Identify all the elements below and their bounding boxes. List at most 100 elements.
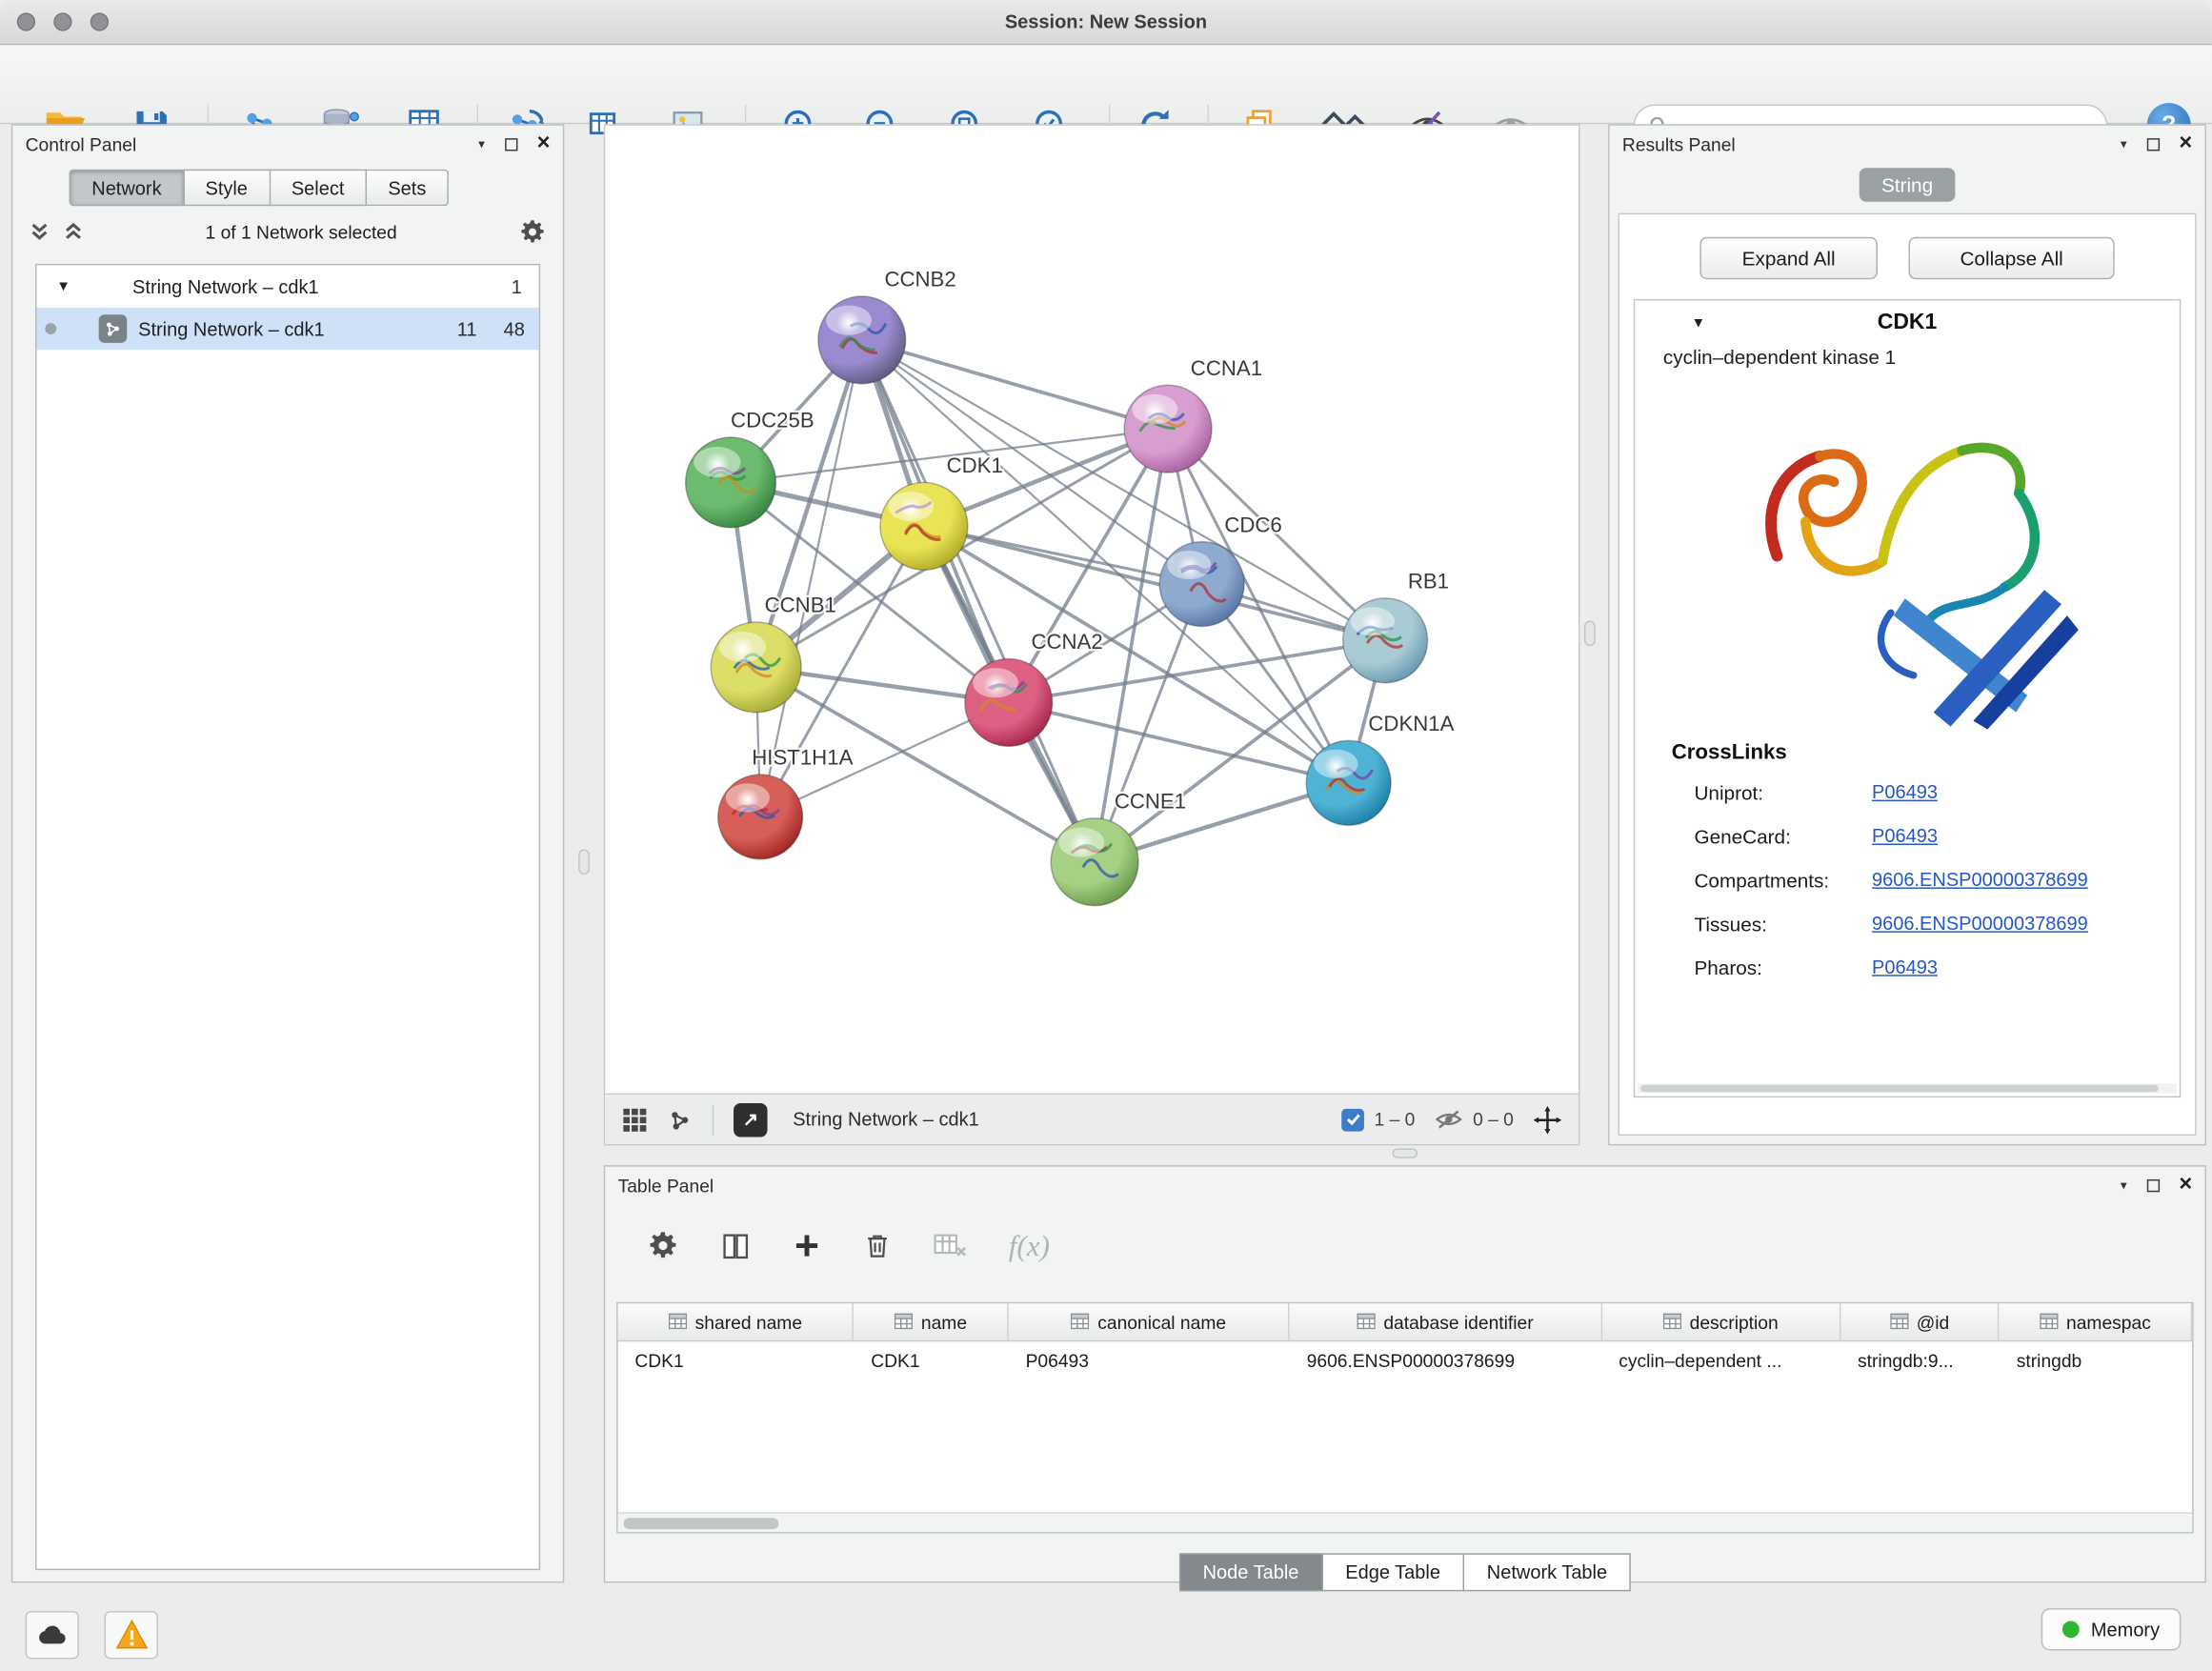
warnings-button[interactable] (105, 1611, 158, 1659)
panel-float-icon[interactable] (505, 137, 517, 150)
edge-CCNB2-CCNA1[interactable] (862, 340, 1168, 429)
crosslink-pharos-link[interactable]: P06493 (1872, 956, 1938, 977)
cell-canonical-name[interactable]: P06493 (1009, 1350, 1290, 1371)
results-tab-string[interactable]: String (1859, 168, 1956, 202)
edge-CDK1-RB1[interactable] (924, 526, 1385, 640)
delete-column-trash-icon[interactable] (863, 1232, 892, 1260)
panel-close-icon[interactable]: × (537, 132, 551, 155)
section-collapse-icon[interactable]: ▼ (1691, 315, 1705, 331)
collapse-all-button[interactable]: Collapse All (1909, 237, 2115, 279)
cell-id[interactable]: stringdb:9... (1840, 1350, 2000, 1371)
cell-description[interactable]: cyclin–dependent ... (1601, 1350, 1840, 1371)
node-CDKN1A[interactable]: CDKN1A (1306, 712, 1454, 825)
node-label-CDC25B: CDC25B (731, 409, 814, 433)
network-row[interactable]: String Network – cdk1 11 48 (37, 308, 539, 350)
node-RB1[interactable]: RB1 (1343, 569, 1449, 682)
panel-close-icon[interactable]: × (2179, 1174, 2192, 1197)
expand-all-button[interactable]: Expand All (1699, 237, 1878, 279)
node-label-CDC6: CDC6 (1224, 513, 1281, 536)
gene-symbol: CDK1 (1635, 311, 2180, 336)
scrollbar-thumb[interactable] (624, 1518, 779, 1529)
edge-CCNB2-CCNE1[interactable] (862, 340, 1095, 862)
hidden-items-eye-slash-icon[interactable] (1435, 1109, 1463, 1130)
column-header-description[interactable]: description (1601, 1303, 1840, 1340)
panel-menu-icon[interactable]: ▾ (2121, 136, 2127, 151)
create-column-plus-icon[interactable] (793, 1232, 821, 1260)
selected-items-checkbox[interactable] (1341, 1108, 1364, 1131)
cell-shared-name[interactable]: CDK1 (618, 1350, 855, 1371)
splitter-handle[interactable] (1393, 1148, 1418, 1158)
network-options-gear-icon[interactable] (519, 218, 546, 245)
crosslink-genecard-link[interactable]: P06493 (1872, 825, 1938, 846)
tab-style[interactable]: Style (184, 170, 270, 207)
cell-database-identifier[interactable]: 9606.ENSP00000378699 (1290, 1350, 1602, 1371)
tab-sets[interactable]: Sets (367, 170, 449, 207)
tab-network-table[interactable]: Network Table (1464, 1553, 1631, 1591)
tab-edge-table[interactable]: Edge Table (1323, 1553, 1465, 1591)
gene-detail-section: ▼ CDK1 cyclin–dependent kinase 1 (1634, 299, 2182, 1097)
node-HIST1H1A[interactable]: HIST1H1A (718, 746, 854, 859)
panel-close-icon[interactable]: × (2179, 132, 2192, 155)
node-CCNB1[interactable]: CCNB1 (711, 594, 836, 713)
network-canvas[interactable]: CCNB2CCNA1CDC25BCDK1CDC6RB1CCNB1CCNA2CDK… (605, 126, 1579, 1094)
table-horizontal-scrollbar[interactable] (618, 1512, 2193, 1532)
cell-name[interactable]: CDK1 (854, 1350, 1008, 1371)
panel-float-icon[interactable] (2146, 1178, 2159, 1191)
panel-menu-icon[interactable]: ▾ (478, 136, 485, 151)
crosslink-tissues-link[interactable]: 9606.ENSP00000378699 (1872, 913, 2088, 934)
table-panel: Table Panel ▾ × f(x) shared name name ca… (604, 1165, 2206, 1582)
network-collection-row[interactable]: ▼ String Network – cdk1 1 (37, 265, 539, 307)
function-builder-icon[interactable]: f(x) (1009, 1228, 1050, 1263)
splitter-handle[interactable] (1584, 621, 1596, 647)
memory-status-dot (2062, 1621, 2080, 1638)
node-CCNA1[interactable]: CCNA1 (1124, 356, 1262, 473)
open-in-new-window-button[interactable]: ↗ (734, 1102, 768, 1137)
column-header-canonical-name[interactable]: canonical name (1009, 1303, 1290, 1340)
crosslinks-title: CrossLinks (1672, 740, 2180, 764)
minimize-window-button[interactable] (53, 12, 71, 30)
column-header-name[interactable]: name (854, 1303, 1008, 1340)
birds-eye-grid-icon[interactable] (622, 1107, 648, 1133)
show-columns-icon[interactable] (721, 1231, 751, 1260)
pan-crosshair-icon[interactable] (1534, 1105, 1562, 1134)
node-CCNB2[interactable]: CCNB2 (818, 268, 956, 384)
column-type-icon (1662, 1314, 1680, 1329)
edge-CCNB2-CCNB1[interactable] (756, 340, 862, 668)
node-CDC25B[interactable]: CDC25B (686, 409, 814, 528)
table-tabs: Node Table Edge Table Network Table (605, 1553, 2204, 1591)
results-scrollbar[interactable] (1638, 1083, 2177, 1093)
delete-table-icon[interactable] (934, 1232, 966, 1259)
column-header-database-identifier[interactable]: database identifier (1290, 1303, 1602, 1340)
expand-all-icon[interactable] (64, 221, 84, 241)
tab-select[interactable]: Select (271, 170, 367, 207)
zoom-window-button[interactable] (90, 12, 109, 30)
cell-namespace[interactable]: stringdb (2000, 1350, 2192, 1371)
network-edge-count: 48 (477, 318, 525, 339)
crosslink-compartments-link[interactable]: 9606.ENSP00000378699 (1872, 869, 2088, 890)
panel-menu-icon[interactable]: ▾ (2121, 1178, 2127, 1193)
node-CDK1[interactable]: CDK1 (880, 453, 1003, 570)
panel-float-icon[interactable] (2146, 137, 2159, 150)
column-type-icon (895, 1314, 913, 1329)
external-link-icon: ↗ (743, 1108, 758, 1131)
crosslink-uniprot-link[interactable]: P06493 (1872, 781, 1938, 802)
cloud-status-button[interactable] (26, 1611, 79, 1659)
column-header-id[interactable]: @id (1840, 1303, 2000, 1340)
splitter-handle[interactable] (578, 849, 590, 875)
table-row[interactable]: CDK1 CDK1 P06493 9606.ENSP00000378699 cy… (618, 1341, 2193, 1379)
table-options-gear-icon[interactable] (648, 1230, 679, 1261)
network-view[interactable]: CCNB2CCNA1CDC25BCDK1CDC6RB1CCNB1CCNA2CDK… (604, 124, 1580, 1145)
column-header-shared-name[interactable]: shared name (618, 1303, 855, 1340)
close-window-button[interactable] (17, 12, 35, 30)
application-window: Session: New Session (0, 0, 2212, 1670)
collapse-all-icon[interactable] (30, 221, 50, 241)
tab-network[interactable]: Network (70, 170, 185, 207)
tab-node-table[interactable]: Node Table (1178, 1553, 1322, 1591)
network-label: String Network – cdk1 (138, 318, 325, 339)
column-header-namespace[interactable]: namespac (2000, 1303, 2192, 1340)
tree-expand-icon[interactable]: ▼ (56, 278, 70, 293)
memory-button[interactable]: Memory (2041, 1608, 2181, 1650)
network-node-count: 11 (429, 318, 476, 339)
node-label-CCNB2: CCNB2 (884, 268, 955, 292)
network-overview-icon[interactable] (667, 1107, 693, 1133)
